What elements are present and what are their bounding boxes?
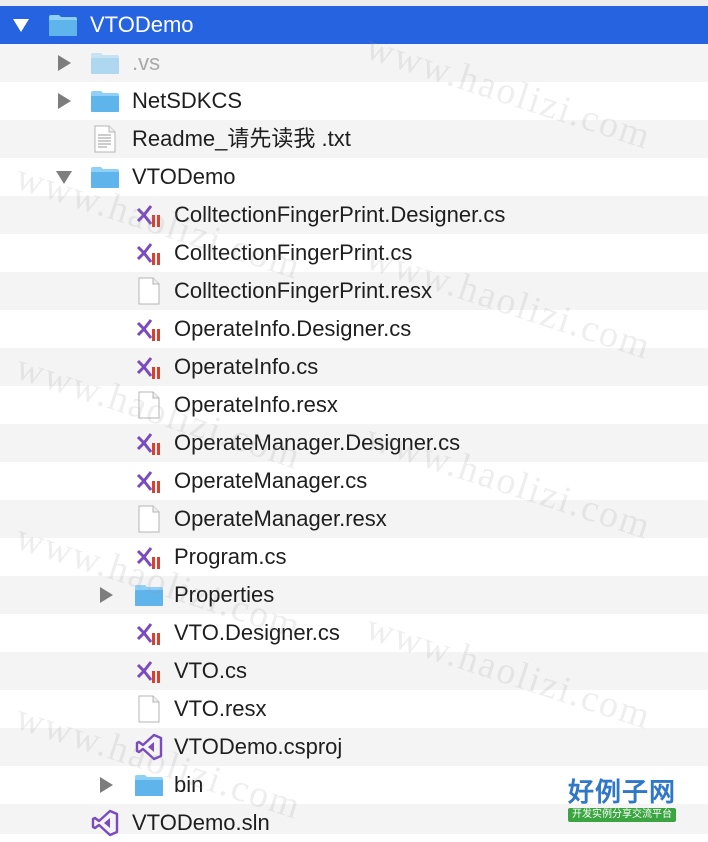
tree-row-label: OperateInfo.resx [174,392,338,417]
tree-row-file[interactable]: VTODemo.csproj [0,728,708,766]
csharp-file-icon [134,467,164,495]
logo-sub-text: 开发实例分享交流平台 [568,808,676,822]
tree-row-properties[interactable]: Properties [0,576,708,614]
tree-row-label: Program.cs [174,544,287,569]
disclosure-triangle-collapsed-icon[interactable] [52,82,76,120]
vs-project-icon [134,733,164,761]
disclosure-triangle-collapsed-icon[interactable] [52,44,76,82]
disclosure-triangle-expanded-icon[interactable] [9,6,33,44]
csharp-file-icon [134,429,164,457]
tree-row-label: VTO.resx [174,696,267,721]
tree-row-label: Properties [174,582,275,607]
file-tree: VTODemo .vs NetSDKCS Readme_请先读我 .txt VT… [0,0,708,837]
tree-row-file[interactable]: ColltectionFingerPrint.cs [0,234,708,272]
folder-icon [90,163,120,191]
tree-row-file[interactable]: OperateManager.cs [0,462,708,500]
logo-main-text: 好例子网 [567,778,676,808]
tree-row-label: VTODemo.csproj [174,734,343,759]
tree-row-file[interactable]: Program.cs [0,538,708,576]
folder-icon [90,87,120,115]
tree-row-file[interactable]: OperateInfo.cs [0,348,708,386]
tree-row-label: VTODemo [132,164,236,189]
tree-row-label: OperateManager.cs [174,468,368,493]
folder-icon [90,49,120,77]
disclosure-triangle-expanded-icon[interactable] [52,158,76,196]
csharp-file-icon [134,543,164,571]
tree-row-label: ColltectionFingerPrint.Designer.cs [174,202,506,227]
tree-row-label: NetSDKCS [132,88,243,113]
tree-row-file[interactable]: VTO.cs [0,652,708,690]
tree-row-label: VTO.Designer.cs [174,620,340,645]
tree-row-label: bin [174,772,204,797]
disclosure-triangle-collapsed-icon[interactable] [94,766,118,804]
tree-row-label: OperateManager.Designer.cs [174,430,461,455]
csharp-file-icon [134,353,164,381]
tree-row-file[interactable]: VTO.Designer.cs [0,614,708,652]
tree-row-file[interactable]: ColltectionFingerPrint.Designer.cs [0,196,708,234]
blank-file-icon [134,505,164,533]
text-file-icon [90,125,120,153]
tree-row-vs[interactable]: .vs [0,44,708,82]
blank-file-icon [134,391,164,419]
blank-file-icon [134,277,164,305]
tree-row-label: VTODemo.sln [132,810,270,835]
disclosure-triangle-collapsed-icon[interactable] [94,576,118,614]
tree-row-label: OperateInfo.cs [174,354,319,379]
tree-row-readme[interactable]: Readme_请先读我 .txt [0,120,708,158]
tree-row-label: Readme_请先读我 .txt [132,126,351,151]
tree-row-label: ColltectionFingerPrint.cs [174,240,413,265]
csharp-file-icon [134,239,164,267]
folder-icon [134,581,164,609]
tree-row-file[interactable]: OperateInfo.Designer.cs [0,310,708,348]
tree-row-file[interactable]: OperateManager.resx [0,500,708,538]
folder-icon [134,771,164,799]
tree-row-file[interactable]: OperateInfo.resx [0,386,708,424]
folder-icon [48,11,78,39]
tree-row-vtodemo-sub[interactable]: VTODemo [0,158,708,196]
tree-row-label: ColltectionFingerPrint.resx [174,278,432,303]
csharp-file-icon [134,315,164,343]
tree-row-label: OperateManager.resx [174,506,387,531]
tree-row-file[interactable]: ColltectionFingerPrint.resx [0,272,708,310]
tree-row-label: OperateInfo.Designer.cs [174,316,412,341]
tree-row-file[interactable]: VTO.resx [0,690,708,728]
vs-project-icon [90,809,120,837]
tree-row-label: VTODemo [90,12,194,37]
blank-file-icon [134,695,164,723]
tree-row-label: .vs [132,50,161,75]
csharp-file-icon [134,201,164,229]
csharp-file-icon [134,657,164,685]
tree-row-netsdkcs[interactable]: NetSDKCS [0,82,708,120]
site-logo: 好例子网 开发实例分享交流平台 [560,778,684,826]
csharp-file-icon [134,619,164,647]
tree-row-file[interactable]: OperateManager.Designer.cs [0,424,708,462]
tree-row-label: VTO.cs [174,658,247,683]
tree-row-vtodemo-root[interactable]: VTODemo [0,6,708,44]
